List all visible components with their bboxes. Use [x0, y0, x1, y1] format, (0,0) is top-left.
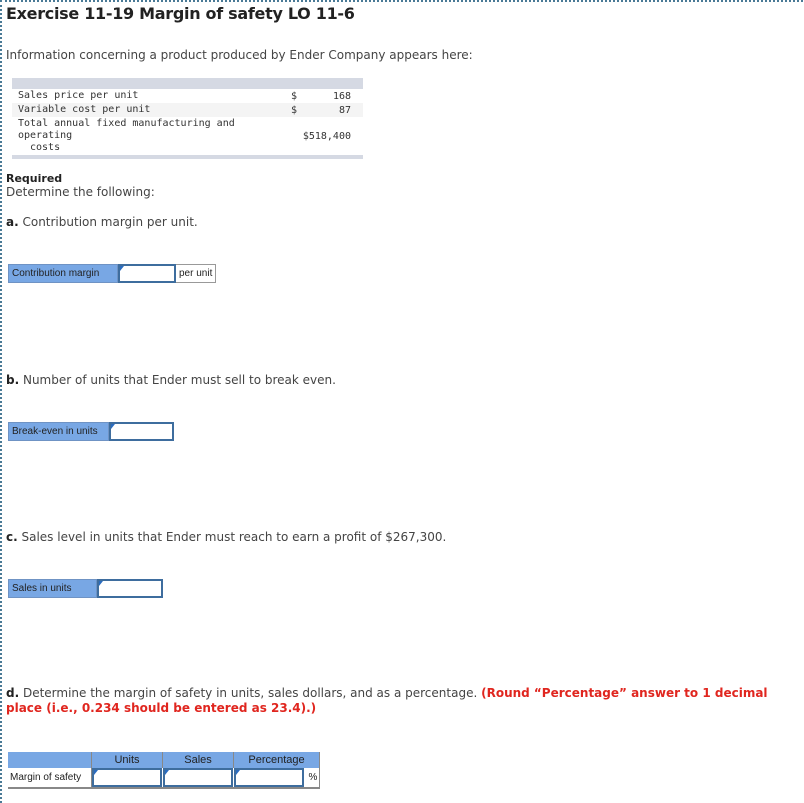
answer-row-sales-units: Sales in units [8, 579, 163, 598]
margin-of-safety-table: Units Sales Percentage Margin of safety … [8, 752, 320, 789]
info-row-variable-cost: Variable cost per unit $87 [12, 103, 363, 117]
question-text: Contribution margin per unit. [18, 215, 198, 229]
intro-text: Information concerning a product produce… [6, 48, 473, 62]
question-text: Sales level in units that Ender must rea… [17, 530, 447, 544]
mos-sales-input[interactable] [162, 768, 233, 787]
header-units: Units [91, 752, 163, 768]
info-value: 87 [338, 104, 351, 116]
info-value: 168 [332, 90, 351, 102]
sales-in-units-input[interactable] [97, 579, 163, 598]
info-row-sales-price: Sales price per unit $168 [12, 89, 363, 103]
currency-symbol: $ [291, 104, 298, 116]
question-b: b. Number of units that Ender must sell … [6, 373, 336, 387]
mos-sales-field[interactable] [164, 770, 231, 785]
required-text: Determine the following: [6, 185, 155, 199]
mos-units-input[interactable] [92, 768, 162, 787]
answer-row-break-even: Break-even in units [8, 422, 174, 441]
info-label: Total annual fixed manufacturing and ope… [18, 118, 235, 141]
contribution-margin-label: Contribution margin [8, 264, 118, 283]
product-info-table: Sales price per unit $168 Variable cost … [12, 78, 363, 159]
per-unit-label: per unit [176, 264, 217, 283]
question-c: c. Sales level in units that Ender must … [6, 530, 446, 544]
question-text: Number of units that Ender must sell to … [19, 373, 336, 387]
percent-sign: % [307, 768, 320, 789]
header-blank [8, 752, 92, 768]
question-text: Determine the margin of safety in units,… [19, 686, 482, 700]
question-letter: d. [6, 686, 20, 700]
table-header-row: Units Sales Percentage [8, 752, 320, 768]
info-label-continued: costs [30, 142, 61, 153]
mos-percentage-input[interactable] [233, 768, 304, 787]
header-percentage: Percentage [233, 752, 320, 768]
break-even-label: Break-even in units [8, 422, 109, 441]
table-row: Margin of safety % [8, 768, 320, 789]
info-value: $518,400 [302, 130, 351, 142]
info-label: Variable cost per unit [18, 104, 151, 115]
contribution-margin-input[interactable] [118, 264, 176, 283]
info-row-fixed-costs: Total annual fixed manufacturing and ope… [12, 117, 363, 155]
sales-in-units-field[interactable] [99, 581, 161, 596]
question-d: d. Determine the margin of safety in uni… [6, 686, 786, 716]
break-even-field[interactable] [111, 424, 172, 439]
question-letter: c. [6, 530, 18, 544]
break-even-input[interactable] [109, 422, 174, 441]
contribution-margin-field[interactable] [120, 266, 174, 281]
currency-symbol: $ [291, 90, 298, 102]
answer-row-contribution-margin: Contribution margin per unit [8, 264, 217, 283]
header-sales: Sales [162, 752, 234, 768]
info-label: Sales price per unit [18, 90, 139, 101]
question-letter: b. [6, 373, 20, 387]
exercise-title: Exercise 11-19 Margin of safety LO 11-6 [6, 4, 355, 23]
question-a: a. Contribution margin per unit. [6, 215, 198, 229]
margin-of-safety-label: Margin of safety [8, 768, 92, 789]
required-section: Required Determine the following: [6, 172, 155, 199]
mos-percentage-field[interactable] [235, 770, 302, 785]
sales-in-units-label: Sales in units [8, 579, 97, 598]
mos-units-field[interactable] [94, 770, 160, 785]
question-letter: a. [6, 215, 19, 229]
required-heading: Required [6, 172, 63, 185]
